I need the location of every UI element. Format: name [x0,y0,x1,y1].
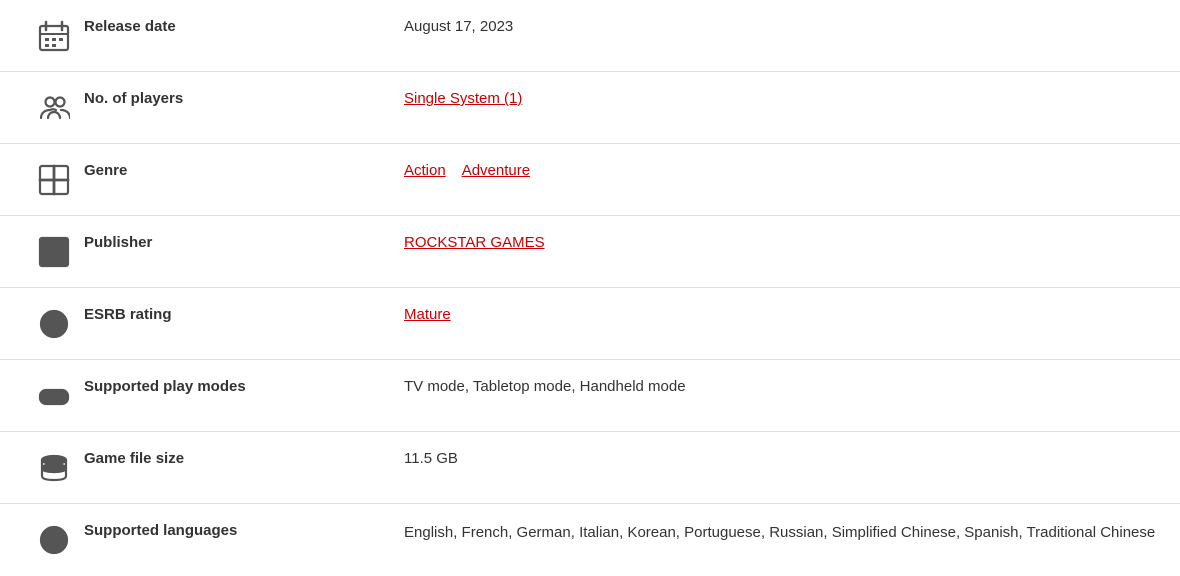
link-mature[interactable]: Mature [404,306,451,323]
row-file-size: Game file size11.5 GB [0,432,1180,504]
text-release-date: August 17, 2023 [404,18,513,35]
row-languages: Supported languagesEnglish, French, Germ… [0,504,1180,576]
value-languages: English, French, German, Italian, Korean… [404,522,1156,541]
value-file-size: 11.5 GB [404,450,1156,467]
text-file-size: 11.5 GB [404,450,458,467]
label-publisher: Publisher [84,234,404,251]
value-release-date: August 17, 2023 [404,18,1156,35]
icon-controller [24,378,84,412]
icon-calendar [24,18,84,52]
label-genre: Genre [84,162,404,179]
icon-database [24,450,84,484]
value-publisher: ROCKSTAR GAMES [404,234,1156,251]
row-publisher: PublisherROCKSTAR GAMES [0,216,1180,288]
value-genre: Action Adventure [404,162,1156,179]
row-num-players: No. of playersSingle System (1) [0,72,1180,144]
icon-esrb [24,306,84,340]
label-release-date: Release date [84,18,404,35]
row-genre: GenreAction Adventure [0,144,1180,216]
row-release-date: Release dateAugust 17, 2023 [0,0,1180,72]
info-table: Release dateAugust 17, 2023 No. of playe… [0,0,1180,576]
link-single-system-(1)[interactable]: Single System (1) [404,90,522,107]
label-esrb: ESRB rating [84,306,404,323]
value-play-modes: TV mode, Tabletop mode, Handheld mode [404,378,1156,395]
icon-players [24,90,84,124]
icon-globe [24,522,84,556]
label-file-size: Game file size [84,450,404,467]
row-play-modes: Supported play modesTV mode, Tabletop mo… [0,360,1180,432]
text-play-modes: TV mode, Tabletop mode, Handheld mode [404,378,686,395]
label-num-players: No. of players [84,90,404,107]
label-play-modes: Supported play modes [84,378,404,395]
icon-publisher [24,234,84,268]
value-esrb: Mature [404,306,1156,323]
label-languages: Supported languages [84,522,404,539]
icon-genre [24,162,84,196]
link-action[interactable]: Action [404,162,446,179]
row-esrb: ESRB ratingMature [0,288,1180,360]
link-adventure[interactable]: Adventure [462,162,530,179]
value-num-players: Single System (1) [404,90,1156,107]
link-rockstar-games[interactable]: ROCKSTAR GAMES [404,234,545,251]
text-languages: English, French, German, Italian, Korean… [404,524,1155,541]
